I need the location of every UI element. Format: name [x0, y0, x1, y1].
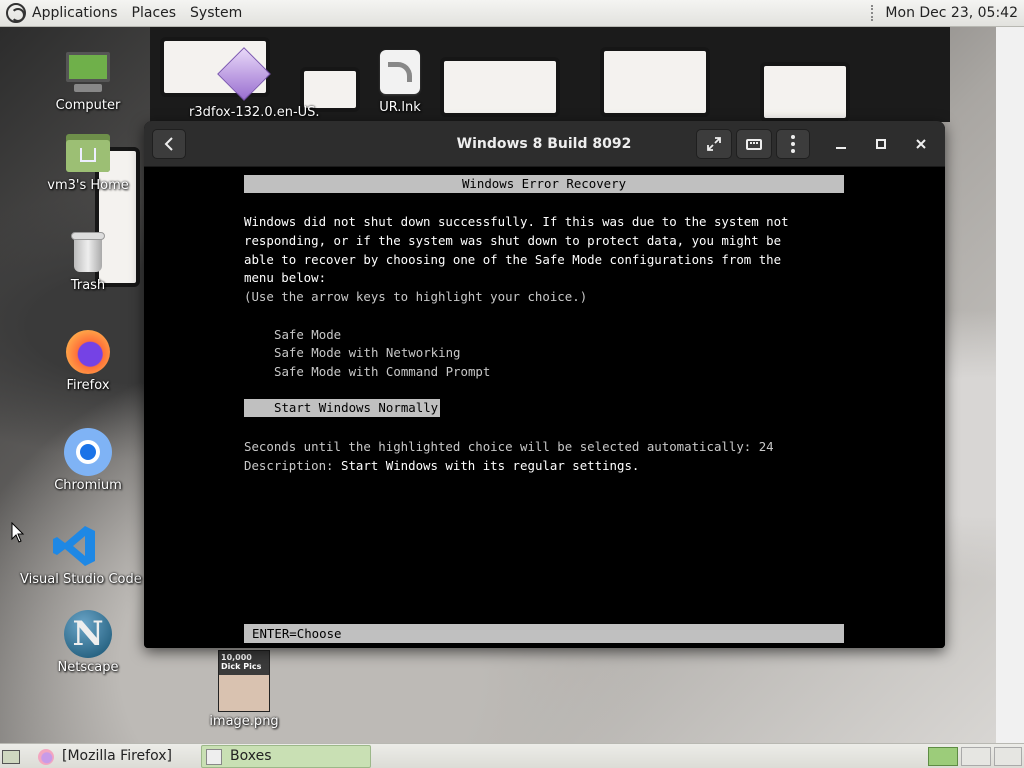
- desktop-icon-label: Chromium: [54, 478, 122, 493]
- taskbar-item-label: [Mozilla Firefox]: [62, 748, 172, 764]
- description-value: Start Windows with its regular settings.: [340, 458, 640, 473]
- panel-handle[interactable]: [871, 5, 877, 21]
- applications-menu-label: Applications: [32, 4, 118, 21]
- desktop-icon-firefox[interactable]: Firefox: [33, 328, 143, 393]
- system-menu[interactable]: System: [183, 0, 249, 27]
- desktop-icon-home[interactable]: vm3's Home: [33, 128, 143, 193]
- desktop-icon-label: Visual Studio Code: [20, 572, 142, 587]
- chromium-icon: [64, 428, 112, 476]
- vm-console-display[interactable]: Windows Error Recovery Windows did not s…: [144, 168, 945, 648]
- workspace-switcher-2[interactable]: [961, 747, 991, 766]
- boot-option-safe-mode-networking[interactable]: Safe Mode with Networking: [274, 344, 461, 362]
- message-line: responding, or if the system was shut do…: [244, 233, 782, 248]
- close-icon: [916, 139, 926, 149]
- description-line: Description: Start Windows with its regu…: [244, 457, 639, 475]
- image-thumbnail-caption: 10,000 Dick Pics: [221, 653, 262, 671]
- home-folder-icon: [64, 128, 112, 176]
- description-label: Description:: [244, 458, 341, 473]
- menu-button[interactable]: [776, 129, 810, 159]
- desktop-icon-label: r3dfox-132.0.en-US.: [189, 105, 320, 120]
- desktop-icon-trash[interactable]: Trash: [33, 228, 143, 293]
- desktop-icon-label: Firefox: [66, 378, 110, 393]
- shortcut-link-icon: [376, 50, 424, 98]
- boxes-app-icon: [206, 748, 222, 765]
- computer-icon: [64, 48, 112, 96]
- firefox-icon: [64, 328, 112, 376]
- workspace-switcher-1[interactable]: [928, 747, 958, 766]
- bottom-taskbar: [Mozilla Firefox] Boxes: [0, 743, 1024, 768]
- places-menu[interactable]: Places: [125, 0, 184, 27]
- desktop-icon-computer[interactable]: Computer: [33, 48, 143, 113]
- desktop-icon-ur-link[interactable]: UR.lnk: [345, 50, 455, 115]
- boot-option-safe-mode-command-prompt[interactable]: Safe Mode with Command Prompt: [274, 363, 490, 381]
- maximize-button[interactable]: [866, 129, 896, 159]
- boot-option-start-windows-normally[interactable]: Start Windows Normally: [244, 399, 441, 417]
- maximize-icon: [876, 139, 886, 149]
- firefox-icon: [38, 748, 54, 765]
- desktop-icon-label: Trash: [70, 278, 106, 293]
- window-title: Windows 8 Build 8092: [456, 136, 632, 152]
- desktop-icon-chromium[interactable]: Chromium: [33, 428, 143, 493]
- image-thumbnail-icon: 10,000 Dick Pics: [218, 650, 270, 712]
- minimize-icon: [836, 147, 846, 149]
- netscape-icon: N: [64, 610, 112, 658]
- desktop-icon-image[interactable]: 10,000 Dick Pics image.png: [189, 650, 299, 729]
- console-footer-bar: ENTER=Choose: [244, 624, 844, 643]
- keyboard-icon: [746, 138, 762, 150]
- message-line: menu below:: [244, 270, 327, 285]
- applications-menu[interactable]: Applications: [0, 0, 125, 27]
- boot-option-safe-mode[interactable]: Safe Mode: [274, 326, 341, 344]
- top-panel: Applications Places System Mon Dec 23, 0…: [0, 0, 1024, 27]
- fullscreen-button[interactable]: [696, 129, 732, 159]
- taskbar-item-firefox[interactable]: [Mozilla Firefox]: [36, 745, 200, 768]
- fullscreen-icon: [707, 137, 721, 151]
- desktop-icon-label: UR.lnk: [379, 100, 421, 115]
- clock[interactable]: Mon Dec 23, 05:42: [885, 5, 1024, 21]
- desktop-icon-label: image.png: [209, 714, 279, 729]
- send-keys-button[interactable]: [736, 129, 772, 159]
- message-line: (Use the arrow keys to highlight your ch…: [244, 289, 588, 304]
- message-line: able to recover by choosing one of the S…: [244, 252, 782, 267]
- trash-icon: [64, 228, 112, 276]
- taskbar-item-boxes[interactable]: Boxes: [201, 745, 371, 768]
- desktop-icon-label: Netscape: [57, 660, 119, 675]
- distro-logo-icon: [6, 3, 26, 23]
- more-options-icon: [791, 135, 795, 153]
- window-headerbar[interactable]: Windows 8 Build 8092: [144, 121, 945, 167]
- show-desktop-button[interactable]: [2, 745, 22, 768]
- desktop-icon-netscape[interactable]: N Netscape: [33, 610, 143, 675]
- desktop-icon-label: Computer: [55, 98, 121, 113]
- mouse-cursor-icon: [11, 522, 25, 543]
- boxes-vm-window: Windows 8 Build 8092 Windows Error Recov…: [144, 121, 945, 648]
- countdown-text: Seconds until the highlighted choice wil…: [244, 439, 774, 454]
- close-button[interactable]: [906, 129, 936, 159]
- chevron-left-icon: [164, 137, 173, 151]
- workspace-switcher-3[interactable]: [994, 747, 1022, 766]
- show-desktop-icon: [2, 749, 20, 764]
- desktop-icon-label: vm3's Home: [47, 178, 129, 193]
- message-line: Windows did not shut down successfully. …: [244, 214, 789, 229]
- back-button[interactable]: [152, 129, 186, 159]
- installer-diamond-icon: [217, 47, 271, 103]
- desktop-icon-vscode[interactable]: Visual Studio Code: [20, 522, 142, 587]
- desktop-icon-r3dfox[interactable]: r3dfox-132.0.en-US.: [189, 47, 320, 120]
- vscode-icon: [51, 522, 99, 570]
- taskbar-item-label: Boxes: [230, 748, 272, 764]
- minimize-button[interactable]: [826, 129, 856, 159]
- error-recovery-header: Windows Error Recovery: [244, 175, 844, 193]
